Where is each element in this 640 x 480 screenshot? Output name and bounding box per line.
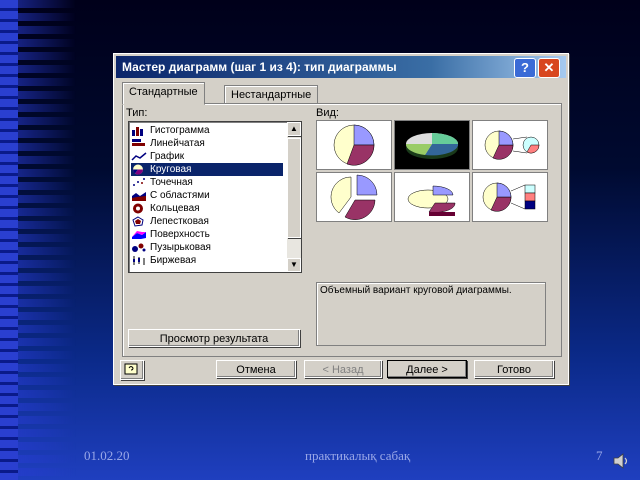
subtype-pie-of-pie[interactable] (472, 120, 548, 170)
scroll-thumb[interactable] (287, 138, 301, 238)
next-button[interactable]: Далее > (387, 360, 467, 378)
subtype-exploded-pie[interactable] (316, 172, 392, 222)
tab-standard[interactable]: Стандартные (122, 82, 205, 105)
chart-description: Объемный вариант круговой диаграммы. (316, 282, 546, 346)
list-item-label: Кольцевая (150, 203, 200, 214)
scatter-chart-icon (133, 177, 145, 186)
preview-button[interactable]: Просмотр результата (128, 329, 300, 347)
chart-wizard-dialog: Мастер диаграмм (шаг 1 из 4): тип диагра… (113, 53, 569, 385)
bubble-chart-icon (132, 243, 146, 252)
view-label: Вид: (316, 107, 339, 119)
list-item-label: Биржевая (150, 255, 197, 266)
line-chart-icon (131, 152, 147, 161)
list-item-line[interactable]: График (131, 150, 283, 163)
list-item-label: График (150, 151, 185, 162)
list-item-radar[interactable]: Лепестковая (131, 215, 283, 228)
finish-button[interactable]: Готово (474, 360, 554, 378)
radar-chart-icon (132, 216, 144, 227)
list-item-bubble[interactable]: Пузырьковая (131, 241, 283, 254)
back-button[interactable]: < Назад (304, 360, 382, 378)
exploded-pie-subtype-icon (330, 174, 378, 220)
bar-of-pie-subtype-icon (482, 182, 536, 212)
list-item-area[interactable]: С областями (131, 189, 283, 202)
doughnut-chart-icon (133, 203, 143, 214)
surface-chart-icon (132, 230, 146, 239)
bar-chart-icon (132, 138, 145, 146)
scroll-up-button[interactable]: ▲ (287, 122, 301, 136)
column-chart-icon (132, 126, 143, 136)
cancel-button[interactable]: Отмена (216, 360, 296, 378)
list-item-doughnut[interactable]: Кольцевая (131, 202, 283, 215)
dialog-title: Мастер диаграмм (шаг 1 из 4): тип диагра… (122, 60, 397, 74)
speaker-icon[interactable] (612, 452, 630, 470)
list-item-label: С областями (150, 190, 210, 201)
close-button[interactable]: ✕ (538, 58, 560, 78)
list-item-label: Круговая (150, 164, 192, 175)
subtype-exploded-3d-pie[interactable] (394, 172, 470, 222)
chart-type-list[interactable]: Гистограмма Линейчатая График Круговая Т… (128, 121, 302, 273)
dialog-titlebar: Мастер диаграмм (шаг 1 из 4): тип диагра… (116, 56, 566, 78)
type-label: Тип: (126, 107, 148, 119)
area-chart-icon (132, 191, 146, 201)
assistant-icon (124, 363, 138, 375)
pie-chart-icon (133, 164, 143, 175)
pie-of-pie-subtype-icon (484, 130, 540, 160)
list-item-column[interactable]: Гистограмма (131, 124, 283, 137)
subtype-pie[interactable] (316, 120, 392, 170)
footer-title: практикалық сабақ (305, 448, 411, 463)
list-scrollbar[interactable]: ▲ ▼ (287, 122, 301, 272)
list-item-scatter[interactable]: Точечная (131, 176, 283, 189)
list-item-stock[interactable]: Биржевая (131, 254, 283, 267)
stock-chart-icon (133, 255, 145, 265)
help-button[interactable]: ? (514, 58, 536, 78)
subtype-3d-pie[interactable] (394, 120, 470, 170)
list-item-pie[interactable]: Круговая (131, 163, 283, 176)
list-item-label: Лепестковая (150, 216, 209, 227)
office-assistant-button[interactable] (120, 360, 144, 380)
list-item-label: Линейчатая (150, 138, 205, 149)
list-item-label: Точечная (150, 177, 193, 188)
slide-left-stripe (0, 0, 18, 480)
footer-page-number: 7 (596, 448, 603, 463)
chart-subtype-grid (316, 120, 552, 222)
slide-left-stripe-fade (18, 0, 76, 480)
pie-3d-subtype-icon (405, 133, 459, 159)
exploded-3d-pie-subtype-icon (407, 185, 456, 216)
scroll-down-button[interactable]: ▼ (287, 258, 301, 272)
list-item-label: Поверхность (150, 229, 210, 240)
list-item-bar[interactable]: Линейчатая (131, 137, 283, 150)
list-item-surface[interactable]: Поверхность (131, 228, 283, 241)
list-item-label: Гистограмма (150, 125, 210, 136)
pie-subtype-icon (333, 124, 375, 166)
list-item-label: Пузырьковая (150, 242, 211, 253)
subtype-bar-of-pie[interactable] (472, 172, 548, 222)
footer-date: 01.02.20 (84, 448, 130, 463)
tab-custom[interactable]: Нестандартные (224, 85, 319, 104)
